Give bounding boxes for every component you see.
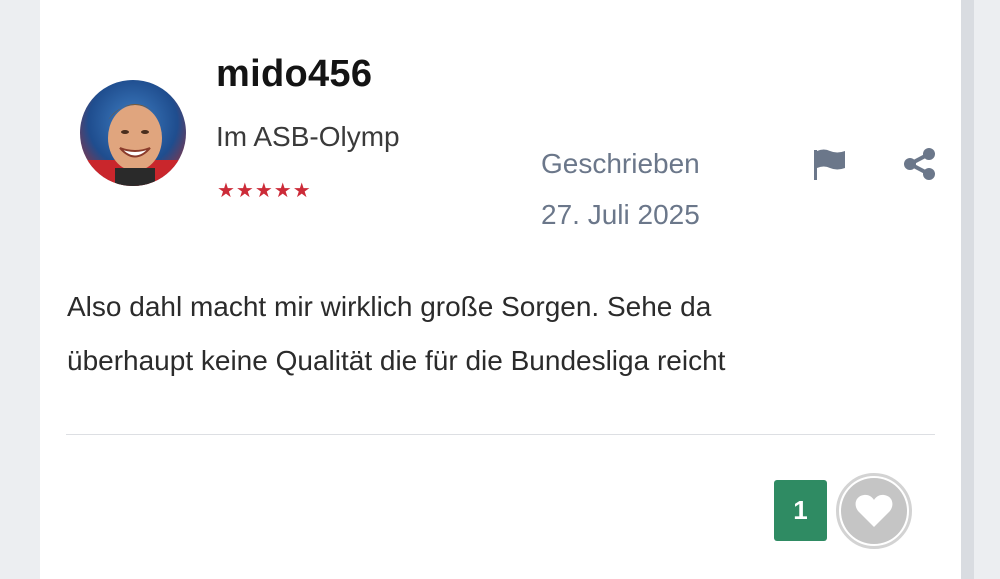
- post-divider: [66, 434, 935, 435]
- like-button[interactable]: [836, 473, 912, 549]
- reaction-count-badge[interactable]: 1: [774, 480, 827, 541]
- rank-stars: ★★★★★: [217, 180, 312, 202]
- post-date[interactable]: 27. Juli 2025: [541, 199, 700, 231]
- share-icon[interactable]: [900, 145, 940, 183]
- post-content: Also dahl macht mir wirklich große Sorge…: [67, 280, 927, 388]
- flag-icon[interactable]: [810, 148, 850, 182]
- avatar[interactable]: [80, 80, 186, 186]
- username-link[interactable]: mido456: [216, 53, 372, 96]
- post-meta-label: Geschrieben: [541, 148, 700, 179]
- user-rank: Im ASB-Olymp: [216, 121, 400, 152]
- post-content-line: überhaupt keine Qualität die für die Bun…: [67, 345, 726, 376]
- scrollbar-track[interactable]: [961, 0, 974, 579]
- post-content-line: Also dahl macht mir wirklich große Sorge…: [67, 291, 712, 322]
- heart-icon: [855, 494, 893, 527]
- like-button-background: [841, 478, 907, 544]
